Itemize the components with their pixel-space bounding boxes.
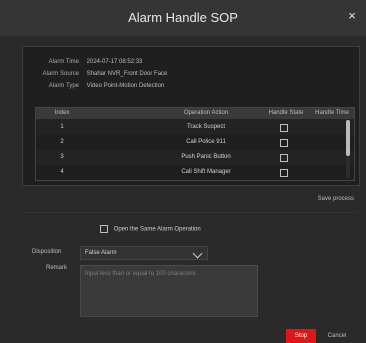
open-same-alarm-operation-checkbox[interactable]: Open the Same Alarm Operation (100, 225, 201, 233)
row-action: Track Suspect (186, 124, 226, 130)
remark-textarea[interactable]: Input less than or equal to 100 characte… (80, 265, 258, 317)
alarm-time-row: Alarm Time 2024-07-17 08:52:33 (35, 59, 143, 65)
table-row[interactable]: 4 Call Shift Manager (36, 165, 354, 180)
alarm-handle-sop-dialog: Alarm Handle SOP × Alarm Time 2024-07-17… (0, 0, 366, 343)
operations-table: Index Operation Action Handle State Hand… (35, 107, 355, 181)
alarm-type-label: Alarm Type (48, 83, 79, 89)
close-icon[interactable]: × (346, 9, 358, 22)
header-handle-time: Handle Time (315, 110, 349, 116)
row-action: Call Police 911 (186, 139, 226, 145)
remark-label: Remark (46, 265, 68, 271)
table-scrollbar[interactable] (346, 120, 350, 178)
alarm-info-panel: Alarm Time 2024-07-17 08:52:33 Alarm Sou… (22, 46, 360, 186)
dialog-titlebar: Alarm Handle SOP × (0, 0, 366, 36)
handle-state-checkbox[interactable] (280, 139, 288, 147)
alarm-source-value: Shahar NVR_Front Door Face (86, 71, 168, 77)
checkbox-icon (100, 225, 108, 233)
alarm-time-label: Alarm Time (48, 59, 79, 65)
table-row[interactable]: 1 Track Suspect (36, 120, 354, 135)
table-header: Index Operation Action Handle State Hand… (36, 108, 354, 119)
disposition-value: False Alarm (85, 250, 117, 256)
header-index: Index (54, 110, 70, 116)
row-action: Push Panic Button (181, 154, 231, 160)
handle-state-checkbox[interactable] (280, 124, 288, 132)
row-index: 1 (60, 124, 64, 130)
save-process-link[interactable]: Save process (318, 196, 354, 202)
handle-form-panel: Open the Same Alarm Operation Dispositio… (22, 212, 358, 319)
disposition-label: Disposition (32, 249, 62, 255)
alarm-time-value: 2024-07-17 08:52:33 (86, 59, 143, 65)
row-action: Call Shift Manager (181, 169, 231, 175)
handle-state-checkbox[interactable] (280, 169, 288, 177)
row-index: 2 (60, 139, 64, 145)
scroll-thumb[interactable] (346, 120, 350, 156)
cancel-button[interactable]: Cancel (322, 329, 352, 343)
dialog-title: Alarm Handle SOP (128, 10, 238, 25)
stop-button[interactable]: Stop (286, 329, 316, 343)
remark-placeholder: Input less than or equal to 100 characte… (85, 271, 196, 277)
header-operation-action: Operation Action (183, 110, 229, 116)
handle-state-checkbox[interactable] (280, 154, 288, 162)
alarm-source-row: Alarm Source Shahar NVR_Front Door Face (35, 71, 168, 77)
alarm-type-row: Alarm Type Video Point-Motion Detection (35, 83, 165, 89)
open-same-label: Open the Same Alarm Operation (113, 226, 201, 233)
alarm-type-value: Video Point-Motion Detection (86, 83, 165, 89)
row-index: 4 (60, 169, 64, 175)
alarm-source-label: Alarm Source (42, 71, 79, 77)
row-index: 3 (60, 154, 64, 160)
disposition-select[interactable]: False Alarm (80, 246, 208, 260)
table-row[interactable]: 2 Call Police 911 (36, 135, 354, 150)
table-row[interactable]: 3 Push Panic Button (36, 150, 354, 165)
chevron-down-icon (192, 248, 203, 259)
header-handle-state: Handle State (268, 110, 304, 116)
